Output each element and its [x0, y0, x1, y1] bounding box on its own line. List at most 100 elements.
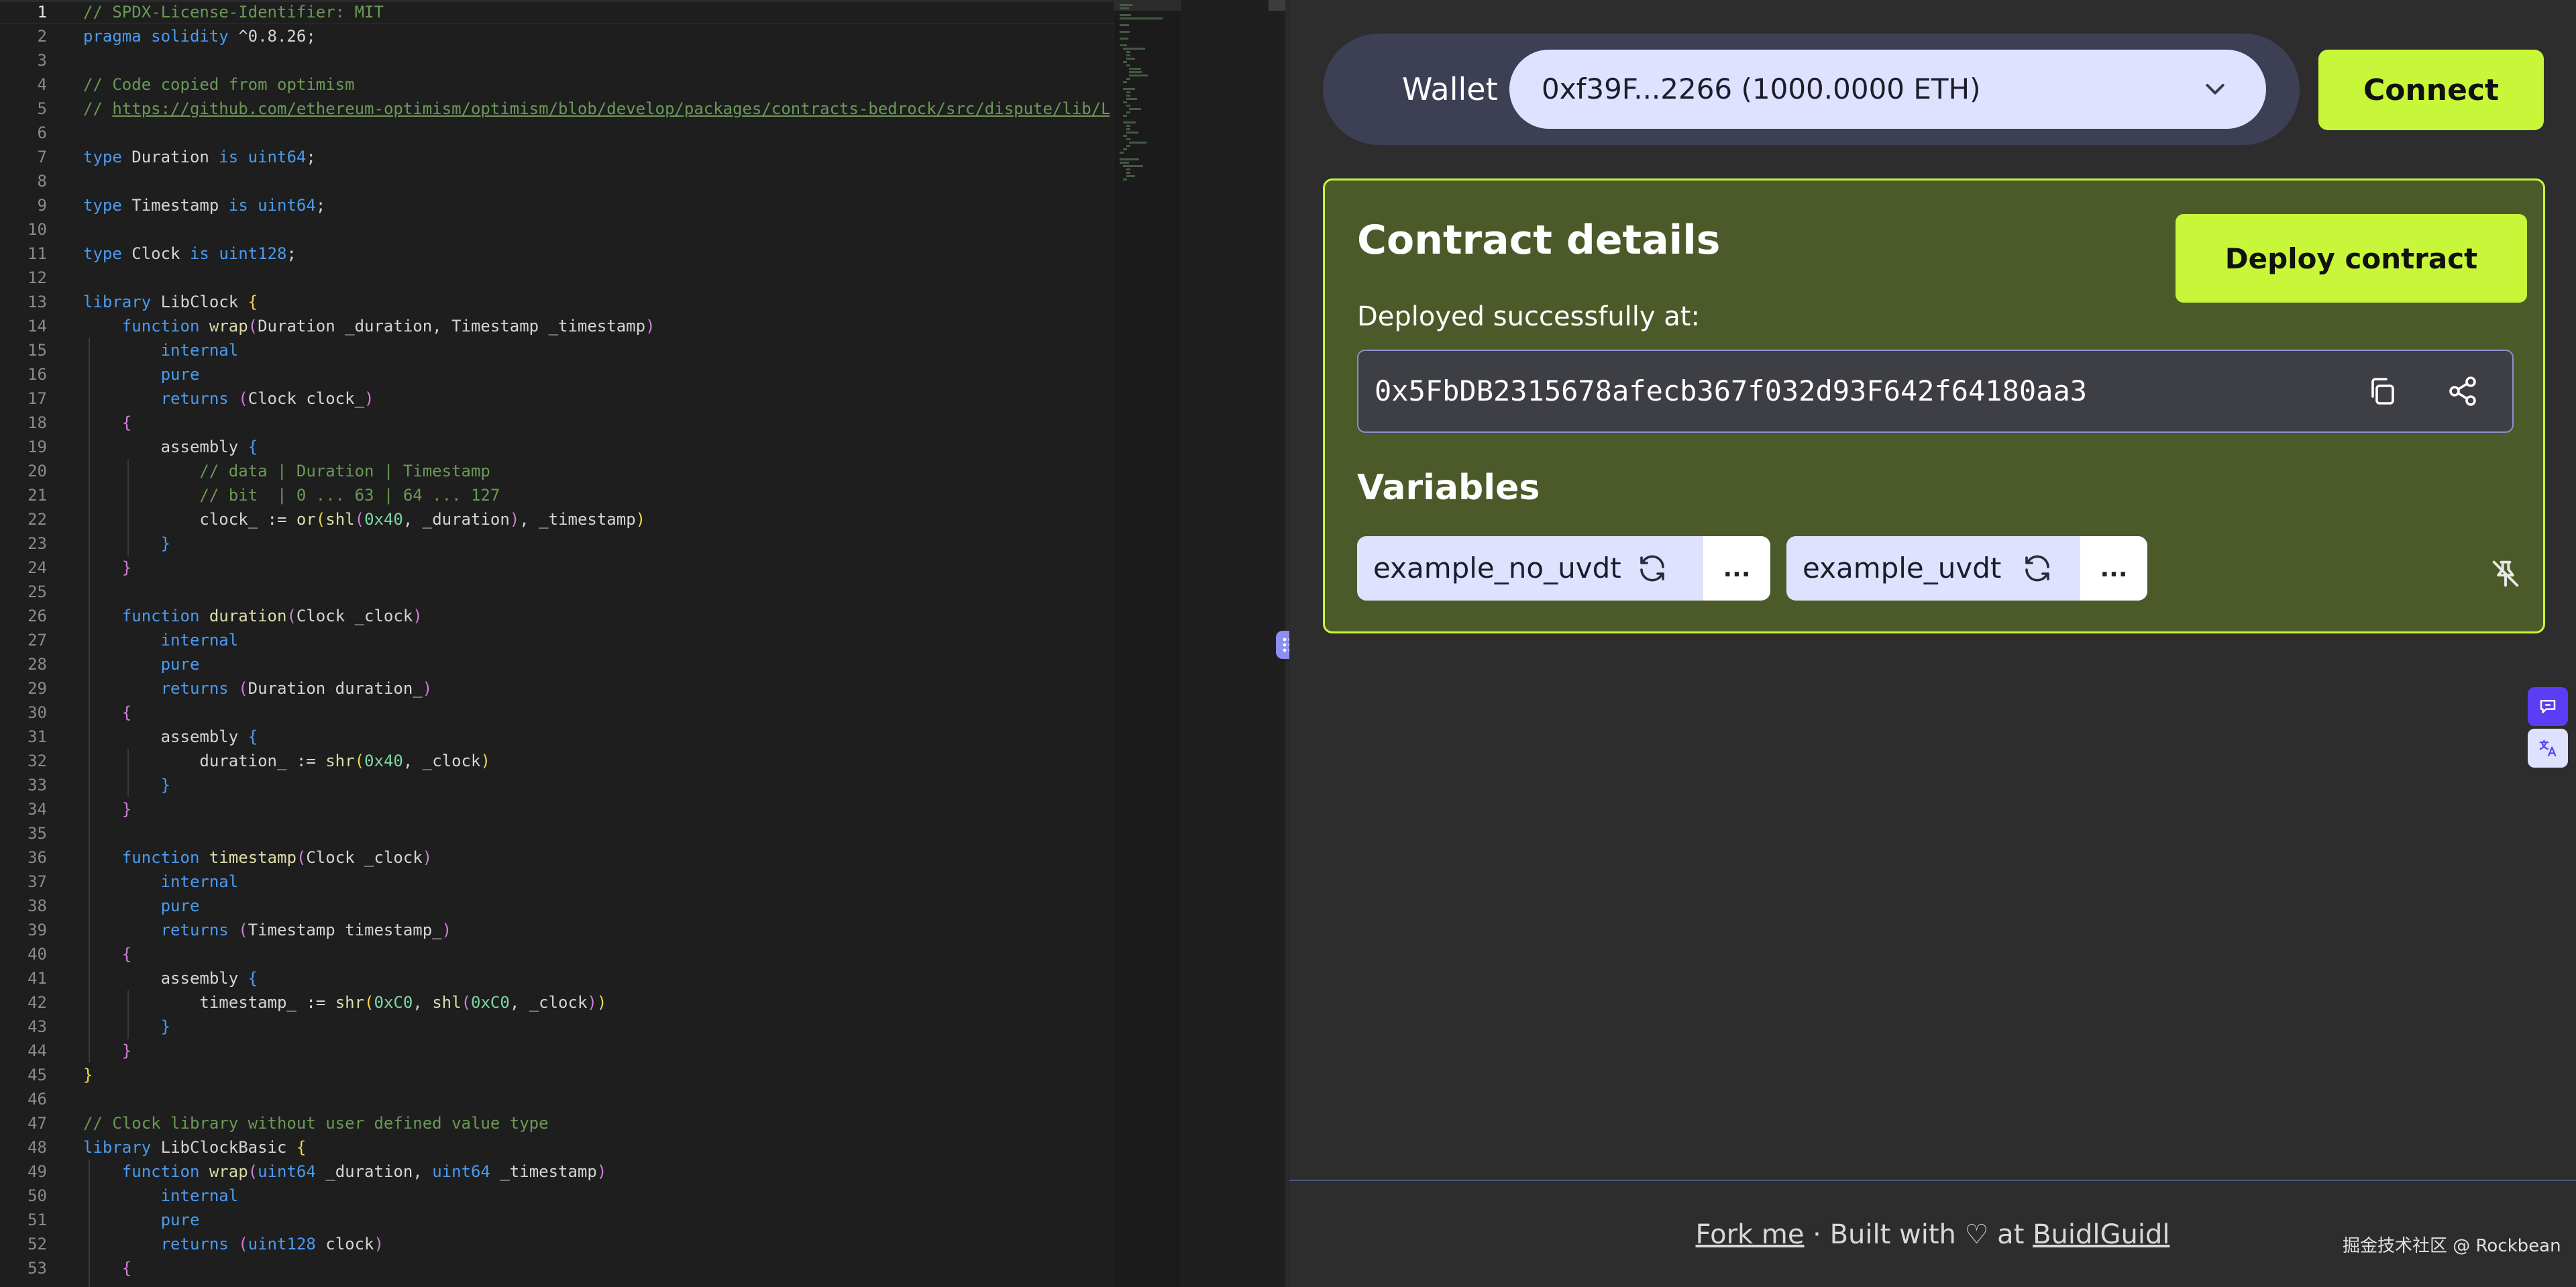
code-token: {	[248, 969, 258, 988]
code-token: {	[248, 293, 258, 311]
minimap-line	[1122, 48, 1145, 50]
variable-chip-example-no-uvdt[interactable]: example_no_uvdt ...	[1357, 536, 1770, 601]
line-number: 2	[37, 27, 47, 46]
code-line: assembly {	[83, 725, 258, 749]
code-token: Clock clock_	[248, 389, 365, 408]
code-token: ;	[306, 148, 316, 166]
code-token: Clock _clock	[296, 607, 413, 625]
minimap-line	[1120, 14, 1131, 16]
minimap-line	[1120, 4, 1132, 6]
variable-chip-example-uvdt[interactable]: example_uvdt ...	[1786, 536, 2147, 601]
code-line: pure	[83, 362, 200, 387]
code-line: // Code copied from optimism	[83, 72, 355, 97]
code-token: }	[83, 800, 132, 819]
code-line: // SPDX-License-Identifier: MIT	[83, 0, 384, 24]
line-number: 52	[28, 1235, 47, 1253]
code-token: {	[248, 727, 258, 746]
code-token: returns	[83, 389, 239, 408]
line-number: 41	[28, 969, 47, 988]
code-token: ,	[413, 993, 433, 1012]
code-token: _duration,	[315, 1162, 433, 1181]
buidlguidl-link[interactable]: BuidlGuidl	[2033, 1219, 2169, 1250]
code-token: )	[374, 1235, 384, 1253]
variable-more-button[interactable]: ...	[2080, 536, 2147, 601]
variable-more-button[interactable]: ...	[1703, 536, 1770, 601]
minimap-line	[1126, 78, 1130, 80]
code-token: wrap	[209, 317, 248, 336]
minimap-line	[1122, 178, 1127, 181]
minimap-line	[1122, 135, 1127, 137]
line-number: 8	[37, 172, 47, 191]
editor-scroll-thumb[interactable]	[1269, 0, 1286, 11]
minimap-line	[1126, 145, 1130, 147]
code-token: , _clock	[509, 993, 588, 1012]
connect-button[interactable]: Connect	[2318, 50, 2544, 130]
code-token: shl	[432, 993, 462, 1012]
minimap[interactable]	[1114, 0, 1181, 1287]
contract-address[interactable]: 0x5FbDB2315678afecb367f032d93F642f64180a…	[1375, 351, 2087, 431]
minimap-line	[1126, 51, 1130, 53]
code-token: type	[83, 196, 132, 215]
line-number: 10	[28, 220, 47, 239]
code-token: // Clock library without user defined va…	[83, 1114, 549, 1133]
fork-me-link[interactable]: Fork me	[1696, 1219, 1805, 1250]
line-number: 48	[28, 1138, 47, 1157]
editor-scrollbar[interactable]	[1181, 0, 1288, 1287]
code-token: 0xC0	[471, 993, 510, 1012]
code-editor[interactable]: 1 2 3 4 5 6 7 8 9 10 11 12 13 14 15 16 17 18 19 20 21 22 23 24 2…	[0, 0, 1114, 1287]
refresh-icon[interactable]	[1636, 552, 1668, 584]
code-line: // data | Duration | Timestamp	[83, 459, 490, 483]
line-number: 47	[28, 1114, 47, 1133]
code-token[interactable]: https://github.com/ethereum-optimism/opt…	[112, 99, 1110, 118]
code-token: shr	[325, 752, 355, 770]
line-number: 36	[28, 848, 47, 867]
line-number: 19	[28, 437, 47, 456]
translate-icon[interactable]	[2528, 729, 2568, 768]
minimap-line	[1122, 61, 1127, 63]
code-token: uint128	[219, 244, 287, 263]
code-token: returns	[83, 921, 239, 939]
deploy-contract-button[interactable]: Deploy contract	[2176, 214, 2527, 303]
refresh-icon[interactable]	[2021, 552, 2053, 584]
line-number: 39	[28, 921, 47, 939]
share-icon[interactable]	[2447, 375, 2479, 407]
minimap-line	[1126, 111, 1130, 113]
code-token: pure	[83, 365, 200, 384]
code-token: shl	[325, 510, 355, 529]
code-area[interactable]: // SPDX-License-Identifier: MIT pragma so…	[83, 0, 1110, 1287]
code-token: uint64	[258, 1162, 316, 1181]
code-token: )	[364, 389, 374, 408]
code-line: {	[83, 701, 131, 725]
code-line: assembly {	[83, 966, 258, 990]
code-token: )	[413, 607, 423, 625]
code-token: ;	[315, 196, 326, 215]
minimap-line	[1122, 165, 1143, 167]
code-token: assembly	[83, 727, 248, 746]
line-number: 14	[28, 317, 47, 336]
variable-name[interactable]: example_uvdt	[1803, 536, 2001, 601]
wallet-select[interactable]: 0xf39F...2266 (1000.0000 ETH)	[1351, 50, 2266, 129]
contract-address-field[interactable]: 0x5FbDB2315678afecb367f032d93F642f64180a…	[1357, 350, 2514, 433]
code-line: returns (Timestamp timestamp_)	[83, 918, 451, 942]
code-token: (	[286, 607, 297, 625]
minimap-line	[1120, 152, 1124, 154]
feedback-icon[interactable]	[2528, 687, 2568, 726]
pin-off-icon[interactable]	[2488, 556, 2523, 591]
code-line: {	[83, 411, 131, 435]
variable-name[interactable]: example_no_uvdt	[1373, 536, 1621, 601]
code-token: timestamp	[209, 848, 297, 867]
minimap-line	[1126, 64, 1130, 66]
code-token: function	[83, 848, 209, 867]
code-token: internal	[83, 631, 239, 650]
chevron-down-icon	[2206, 84, 2224, 95]
code-token: ;	[286, 244, 297, 263]
wallet-select-box[interactable]: 0xf39F...2266 (1000.0000 ETH)	[1509, 50, 2266, 129]
line-number: 4	[37, 75, 47, 94]
line-number: 21	[28, 486, 47, 505]
code-line: // bit | 0 ... 63 | 64 ... 127	[83, 483, 500, 507]
code-token: internal	[83, 341, 239, 360]
code-line: returns (Duration duration_)	[83, 676, 433, 701]
line-number: 29	[28, 679, 47, 698]
copy-icon[interactable]	[2366, 375, 2398, 407]
code-token: (	[364, 993, 374, 1012]
